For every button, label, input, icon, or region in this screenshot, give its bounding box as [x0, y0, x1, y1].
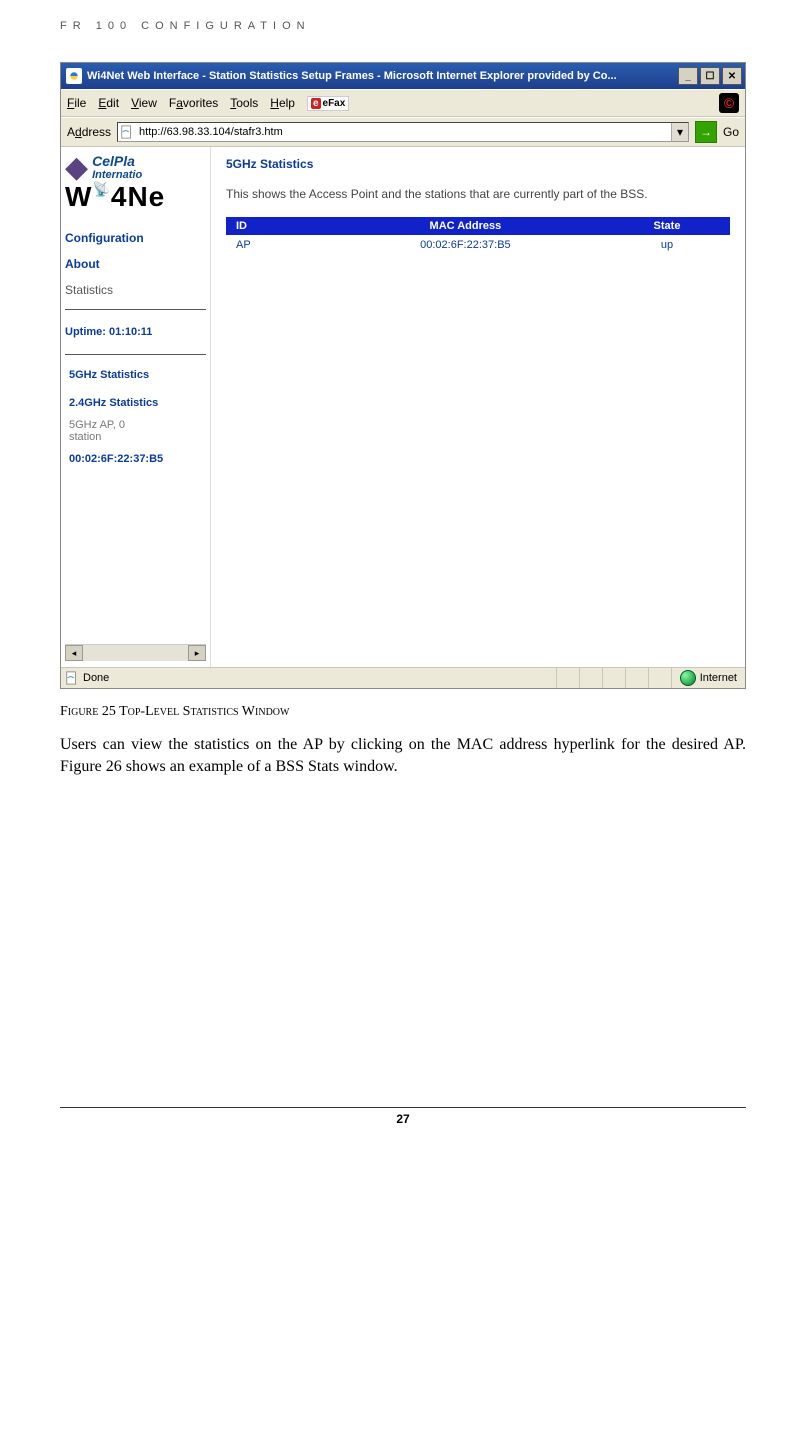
done-icon — [65, 671, 79, 685]
status-bar: Done Internet — [61, 667, 745, 688]
stats-title: 5GHz Statistics — [226, 157, 730, 171]
menu-file[interactable]: File — [67, 96, 86, 110]
link-mac-address[interactable]: 00:02:6F:22:37:B5 — [69, 453, 206, 465]
address-input[interactable] — [137, 125, 671, 139]
status-cell — [580, 668, 603, 688]
main-panel: 5GHz Statistics This shows the Access Po… — [211, 147, 745, 667]
wi4net-logo: W📡4Ne — [65, 181, 206, 213]
scroll-left-icon[interactable]: ◂ — [65, 645, 83, 661]
table-row: AP 00:02:6F:22:37:B5 up — [226, 235, 730, 255]
figure-caption: Figure 25 Top-Level Statistics Window — [60, 704, 746, 720]
celplan-text: CelPla Internatio — [92, 153, 142, 181]
copyright-icon: © — [719, 93, 739, 113]
status-cell — [603, 668, 626, 688]
page-header: FR 100 CONFIGURATION — [60, 20, 746, 32]
nav-configuration[interactable]: Configuration — [65, 231, 206, 245]
col-id: ID — [226, 217, 327, 235]
status-cell — [557, 668, 580, 688]
cell-state: up — [604, 235, 730, 255]
link-5ghz-stats[interactable]: 5GHz Statistics — [69, 369, 206, 381]
divider — [65, 354, 206, 355]
nav-about[interactable]: About — [65, 257, 206, 271]
ie-favicon — [66, 68, 82, 84]
stats-desc: This shows the Access Point and the stat… — [226, 185, 706, 203]
sidebar: ◆ CelPla Internatio W📡4Ne Configuration … — [61, 147, 211, 667]
menu-favorites[interactable]: Favorites — [169, 96, 218, 110]
col-mac: MAC Address — [327, 217, 604, 235]
cell-id: AP — [226, 235, 327, 255]
menu-edit[interactable]: Edit — [98, 96, 119, 110]
browser-content: ◆ CelPla Internatio W📡4Ne Configuration … — [61, 147, 745, 667]
zone-label: Internet — [700, 672, 737, 684]
efax-button[interactable]: eeFax — [307, 96, 349, 111]
go-button[interactable]: → — [695, 121, 717, 143]
menu-tools[interactable]: Tools — [230, 96, 258, 110]
menu-help[interactable]: Help — [270, 96, 295, 110]
status-cell — [649, 668, 672, 688]
page-icon — [120, 125, 134, 139]
address-input-wrap: ▾ — [117, 122, 689, 142]
address-dropdown[interactable]: ▾ — [671, 123, 688, 141]
window-buttons: _ ☐ ✕ — [678, 67, 742, 85]
status-text: Done — [83, 672, 109, 684]
page-number: 27 — [396, 1112, 409, 1126]
browser-window: Wi4Net Web Interface - Station Statistic… — [60, 62, 746, 689]
status-cell — [626, 668, 649, 688]
address-bar: Address ▾ → Go — [61, 117, 745, 147]
address-label: Address — [67, 125, 111, 139]
ap-count-label: 5GHz AP, 0 station — [65, 419, 206, 443]
antenna-icon: 📡 — [92, 181, 110, 197]
col-state: State — [604, 217, 730, 235]
link-24ghz-stats[interactable]: 2.4GHz Statistics — [69, 397, 206, 409]
scroll-right-icon[interactable]: ▸ — [188, 645, 206, 661]
page-footer: 27 — [60, 1107, 746, 1126]
celplan-logo-icon: ◆ — [65, 153, 88, 183]
maximize-button[interactable]: ☐ — [700, 67, 720, 85]
menu-bar: File Edit View Favorites Tools Help eeFa… — [61, 89, 745, 117]
logo-area: ◆ CelPla Internatio W📡4Ne — [65, 153, 206, 221]
uptime-label: Uptime: 01:10:11 — [65, 326, 206, 338]
go-label: Go — [723, 125, 739, 139]
body-text: Users can view the statistics on the AP … — [60, 734, 746, 777]
menu-view[interactable]: View — [131, 96, 157, 110]
status-zone: Internet — [672, 668, 745, 688]
cell-mac[interactable]: 00:02:6F:22:37:B5 — [327, 235, 604, 255]
minimize-button[interactable]: _ — [678, 67, 698, 85]
close-button[interactable]: ✕ — [722, 67, 742, 85]
status-left: Done — [61, 668, 557, 688]
sidebar-scrollbar[interactable]: ◂ ▸ — [65, 644, 206, 661]
nav-statistics[interactable]: Statistics — [65, 283, 206, 297]
stats-table: ID MAC Address State AP 00:02:6F:22:37:B… — [226, 217, 730, 255]
divider — [65, 309, 206, 310]
internet-zone-icon — [680, 670, 696, 686]
window-title: Wi4Net Web Interface - Station Statistic… — [87, 70, 678, 82]
title-bar: Wi4Net Web Interface - Station Statistic… — [61, 63, 745, 89]
